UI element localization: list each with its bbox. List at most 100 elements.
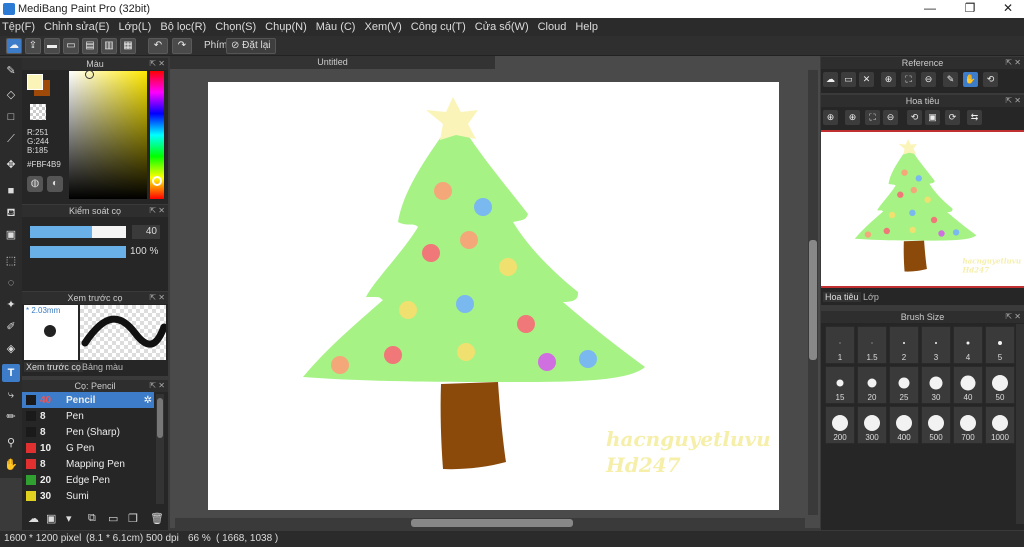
menu-file[interactable]: Tệp(F) [2, 21, 35, 33]
vertical-scroll-thumb[interactable] [809, 240, 817, 360]
select-rect-icon[interactable]: ⬚ [2, 252, 20, 270]
nav-rotate-right-icon[interactable]: ⟳ [945, 110, 960, 125]
brush-size-option-5[interactable]: 5 [985, 326, 1015, 364]
brush-size-option-15[interactable]: 15 [825, 366, 855, 404]
nav-rotate-left-icon[interactable]: ⟲ [907, 110, 922, 125]
brush-item-edge-pen[interactable]: 20 Edge Pen [22, 472, 154, 488]
menu-tools[interactable]: Công cụ(T) [411, 21, 466, 33]
nav-zoom-in-icon[interactable]: ⊕ [823, 110, 838, 125]
zoom-in-icon[interactable]: ⊕ [881, 72, 896, 87]
saturation-value-picker[interactable] [69, 71, 147, 199]
close-button[interactable]: ✕ [998, 1, 1018, 15]
brush-size-option-400[interactable]: 400 [889, 406, 919, 444]
nav-fit-icon[interactable]: ⛶ [865, 110, 880, 125]
brush-size-option-1.5[interactable]: 1.5 [857, 326, 887, 364]
panel-close-icon[interactable]: ⇱ ✕ [149, 58, 165, 70]
fit-icon[interactable]: ⛶ [901, 72, 916, 87]
brush-list-scroll-thumb[interactable] [157, 398, 163, 438]
brush-size-slider[interactable] [30, 226, 126, 238]
redo-icon[interactable]: ↷ [172, 38, 192, 54]
pen-line-icon[interactable]: ⟋ [2, 130, 20, 148]
menu-edit[interactable]: Chỉnh sửa(E) [44, 21, 109, 33]
brush-item-mapping-pen[interactable]: 8 Mapping Pen [22, 456, 154, 472]
brush-size-option-500[interactable]: 500 [921, 406, 951, 444]
brush-size-option-30[interactable]: 30 [921, 366, 951, 404]
rotate-ref-icon[interactable]: ⟲ [983, 72, 998, 87]
brush-size-value[interactable]: 40 [132, 225, 160, 239]
panel-close-icon[interactable]: ⇱ ✕ [149, 292, 165, 304]
delete-brush-icon[interactable]: 🗑 [150, 512, 164, 525]
brush-item-g-pen[interactable]: 10 G Pen [22, 440, 154, 456]
select-pen-icon[interactable]: ✐ [2, 318, 20, 336]
rect-icon[interactable]: □ [2, 108, 20, 126]
menu-layer[interactable]: Lớp(L) [118, 21, 151, 33]
add-brush-icon[interactable]: ▣ [46, 512, 56, 525]
close-reference-icon[interactable]: ✕ [859, 72, 874, 87]
page-icon[interactable]: ▤ [82, 38, 98, 54]
tab-layer[interactable]: Lớp [863, 292, 879, 302]
canvas-horizontal-scrollbar[interactable] [175, 518, 805, 528]
brush-size-option-1000[interactable]: 1000 [985, 406, 1015, 444]
brush-item-pen-sharp[interactable]: 8 Pen (Sharp) [22, 424, 154, 440]
brush-size-option-200[interactable]: 200 [825, 406, 855, 444]
menu-view[interactable]: Xem(V) [364, 21, 401, 33]
eraser-icon[interactable]: ◇ [2, 86, 20, 104]
brush-size-option-20[interactable]: 20 [857, 366, 887, 404]
move-icon[interactable]: ✥ [2, 156, 20, 174]
pages-icon[interactable]: ▥ [101, 38, 117, 54]
eyedropper-ref-icon[interactable]: ✎ [943, 72, 958, 87]
tab-navigator[interactable]: Hoa tiêu [823, 292, 861, 302]
brush-size-option-700[interactable]: 700 [953, 406, 983, 444]
open-folder-icon[interactable]: ▭ [841, 72, 856, 87]
nav-zoom-out-icon[interactable]: ⊖ [883, 110, 898, 125]
panel-close-icon[interactable]: ⇱ ✕ [1005, 311, 1021, 323]
grid-icon[interactable]: ▦ [120, 38, 136, 54]
hand-ref-icon[interactable]: ✋ [963, 72, 978, 87]
menu-select[interactable]: Chọn(S) [215, 21, 256, 33]
panel-close-icon[interactable]: ⇱ ✕ [1005, 57, 1021, 69]
cloud-save-icon[interactable]: ☁ [6, 38, 22, 54]
minimize-button[interactable]: — [920, 1, 940, 15]
brush-size-option-50[interactable]: 50 [985, 366, 1015, 404]
brush-size-option-1[interactable]: 1 [825, 326, 855, 364]
brush-size-option-3[interactable]: 3 [921, 326, 951, 364]
brush-size-option-2[interactable]: 2 [889, 326, 919, 364]
brush-icon[interactable]: ✎ [2, 62, 20, 80]
maximize-button[interactable]: ❐ [960, 1, 980, 15]
tab-brush-preview[interactable]: Xem trước cọ [24, 362, 83, 372]
menu-cloud[interactable]: Cloud [538, 21, 567, 33]
brush-size-option-4[interactable]: 4 [953, 326, 983, 364]
menu-snap[interactable]: Chụp(N) [265, 21, 307, 33]
undo-icon[interactable]: ↶ [148, 38, 168, 54]
transparent-swatch[interactable] [30, 104, 46, 120]
brush-props-icon[interactable]: ⧉ [88, 512, 96, 525]
speech-icon[interactable]: ▭ [63, 38, 79, 54]
nav-flip-icon[interactable]: ⇆ [967, 110, 982, 125]
nav-zoom-in2-icon[interactable]: ⊕ [845, 110, 860, 125]
color-picker-cursor[interactable] [85, 70, 94, 79]
cloud-brush-icon[interactable]: ☁ [28, 512, 39, 525]
panel-close-icon[interactable]: ⇱ ✕ [1005, 95, 1021, 107]
copy-brush-icon[interactable]: ❐ [128, 512, 138, 525]
brush-size-option-40[interactable]: 40 [953, 366, 983, 404]
navigator-preview[interactable]: hacnguyetluvu Hd247 [821, 130, 1024, 288]
add-brush-menu-icon[interactable]: ▾ [66, 512, 72, 525]
magic-wand-icon[interactable]: ✦ [2, 296, 20, 314]
eyedropper-icon[interactable]: ⚲ [2, 434, 20, 452]
menu-color[interactable]: Màu (C) [316, 21, 356, 33]
brush-item-pencil[interactable]: 40 Pencil ✲ [22, 392, 154, 408]
brush-size-option-25[interactable]: 25 [889, 366, 919, 404]
brush-item-sumi[interactable]: 30 Sumi [22, 488, 154, 504]
comment-icon[interactable]: ▬ [44, 38, 60, 54]
canvas-tab[interactable]: Untitled [170, 56, 495, 69]
cloud-download-icon[interactable]: ☁ [823, 72, 838, 87]
hue-slider-handle[interactable] [152, 176, 162, 186]
zoom-out-icon[interactable]: ⊖ [921, 72, 936, 87]
operation-icon[interactable]: ⤷ [2, 386, 20, 404]
gradient-icon[interactable]: ▣ [2, 226, 20, 244]
nav-fullscreen-icon[interactable]: ▣ [925, 110, 940, 125]
brush-size-scrollbar[interactable] [1016, 324, 1024, 524]
brush-list-scrollbar[interactable] [156, 394, 164, 504]
hand-icon[interactable]: ✋ [2, 456, 20, 474]
share-icon[interactable]: ⇪ [25, 38, 41, 54]
